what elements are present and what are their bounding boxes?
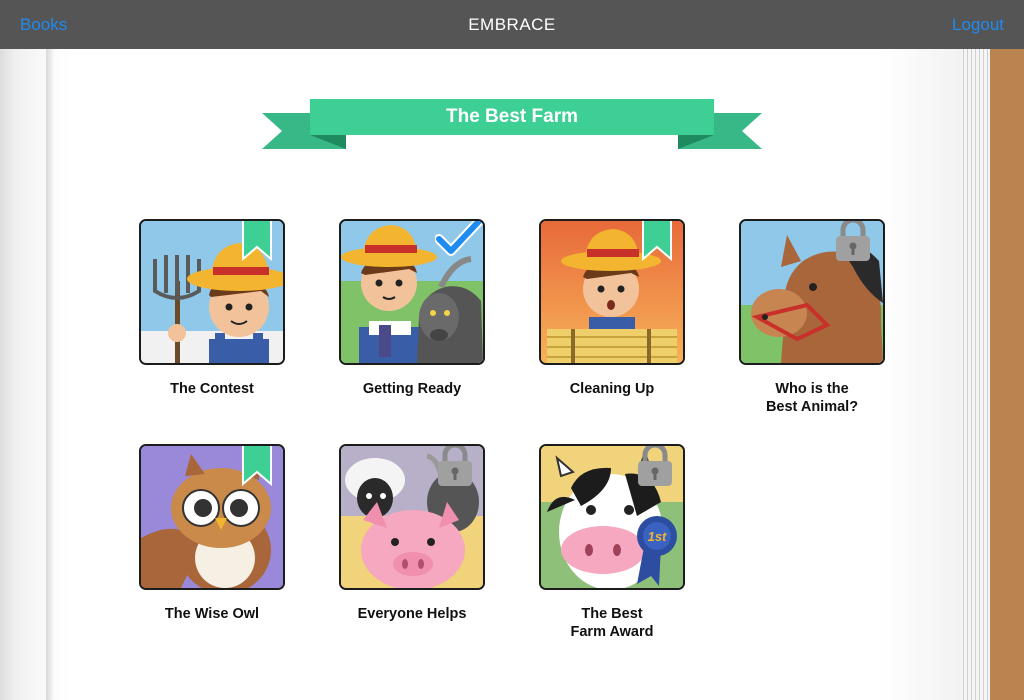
- chapter-image[interactable]: [139, 444, 285, 590]
- chapter-image[interactable]: [739, 219, 885, 365]
- lock-icon: [836, 221, 870, 261]
- ribbon-main: The Best Farm: [310, 99, 714, 135]
- chapter-image[interactable]: [339, 444, 485, 590]
- chapter-tile-the-best-farm-award[interactable]: 1st The Best Farm Award: [539, 444, 685, 641]
- chapter-title: The Best Farm Award: [570, 606, 654, 640]
- chapter-title: Getting Ready: [362, 381, 462, 397]
- chapter-title: Cleaning Up: [569, 381, 655, 397]
- chapter-tile-everyone-helps[interactable]: Everyone Helps: [339, 444, 485, 624]
- bookmark-icon: [242, 446, 272, 486]
- bookmark-icon: [242, 221, 272, 261]
- chapter-title: Everyone Helps: [357, 606, 467, 622]
- book-spine: [46, 49, 54, 700]
- chapter-tile-who-is-the-best-animal[interactable]: Who is the Best Animal?: [739, 219, 885, 416]
- chapter-tile-the-wise-owl[interactable]: The Wise Owl: [139, 444, 285, 624]
- checkmark-icon: [435, 221, 483, 256]
- chapter-image[interactable]: [539, 219, 685, 365]
- chapter-image[interactable]: [139, 219, 285, 365]
- chapter-tile-the-contest[interactable]: The Contest: [139, 219, 285, 399]
- lock-icon: [438, 446, 472, 486]
- chapter-title: The Contest: [170, 381, 254, 397]
- chapter-tile-cleaning-up[interactable]: Cleaning Up: [539, 219, 685, 399]
- chapter-tile-getting-ready[interactable]: Getting Ready: [339, 219, 485, 399]
- chapter-image[interactable]: [339, 219, 485, 365]
- award-ribbon-text: 1st: [648, 529, 667, 544]
- chapter-title: Who is the Best Animal?: [765, 381, 859, 415]
- top-nav-bar: Books EMBRACE Logout: [0, 0, 1024, 49]
- chapter-title: The Wise Owl: [164, 606, 260, 622]
- chapter-image[interactable]: 1st: [539, 444, 685, 590]
- app-title: EMBRACE: [468, 15, 556, 34]
- book-title-banner: The Best Farm: [262, 99, 762, 151]
- bookmark-icon: [642, 221, 672, 261]
- logout-button[interactable]: Logout: [952, 15, 1004, 35]
- lock-icon: [638, 446, 672, 486]
- book-title: The Best Farm: [446, 106, 578, 127]
